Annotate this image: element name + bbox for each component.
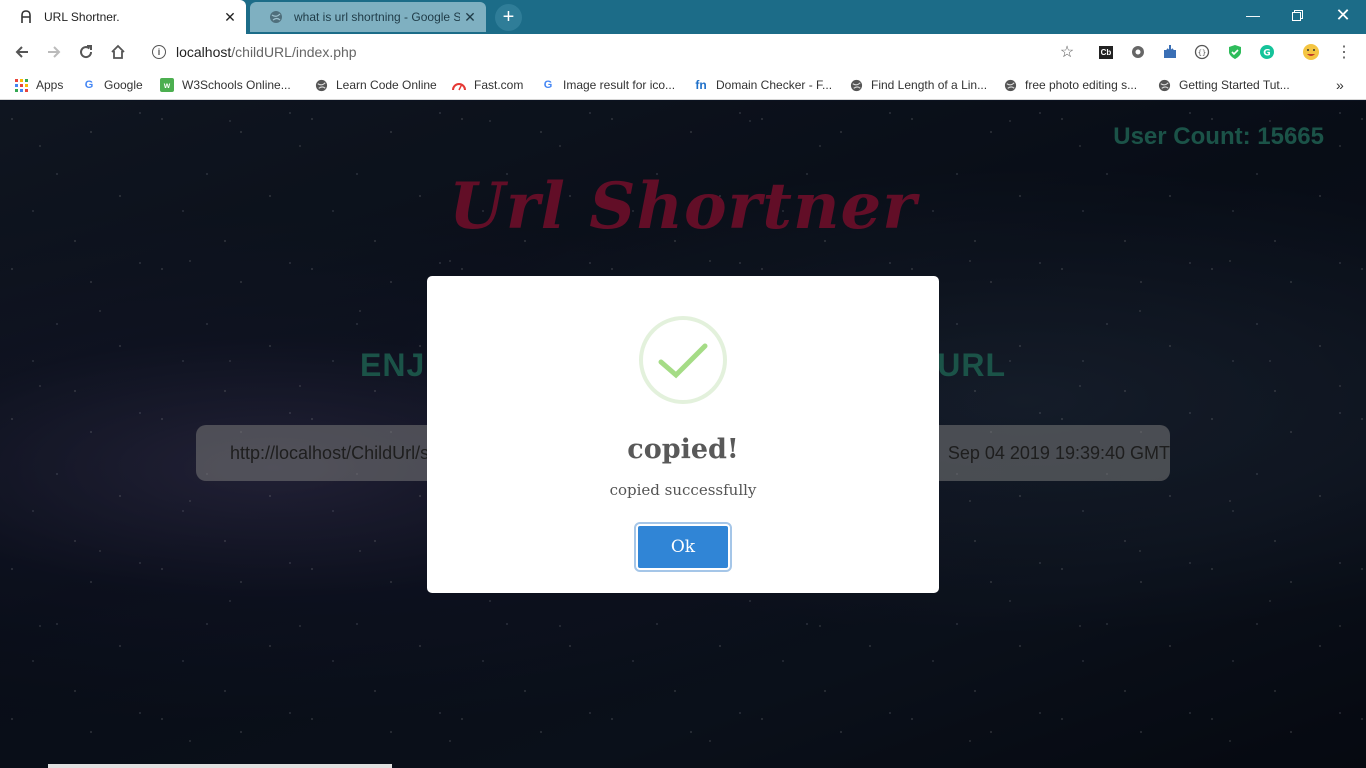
extension-code-icon[interactable]: {} <box>1192 42 1212 62</box>
tab-favicon-icon <box>18 9 34 25</box>
address-url: localhost/childURL/index.php <box>176 44 357 60</box>
bookmark-w3schools[interactable]: w W3Schools Online... <box>160 76 291 94</box>
url-path: /childURL/index.php <box>231 44 357 60</box>
more-bookmarks-icon[interactable]: » <box>1336 76 1344 94</box>
tab-strip: URL Shortner. ✕ what is url shortning - … <box>0 0 1366 34</box>
bookmark-label: W3Schools Online... <box>182 78 291 92</box>
site-info-icon[interactable]: i <box>152 45 166 59</box>
reload-icon[interactable] <box>74 40 98 64</box>
bookmark-label: Image result for ico... <box>563 78 676 92</box>
bookmark-google[interactable]: G Google <box>82 76 143 94</box>
bookmark-label: Learn Code Online <box>336 78 437 92</box>
google-icon: G <box>84 79 94 91</box>
bookmark-domain-checker[interactable]: fn Domain Checker - F... <box>694 76 832 94</box>
success-check-icon <box>639 316 727 404</box>
bookmark-label: free photo editing s... <box>1025 78 1138 92</box>
bookmark-label: Find Length of a Lin... <box>871 78 988 92</box>
fast-icon <box>452 78 466 92</box>
extension-download-icon[interactable] <box>1160 42 1180 62</box>
fn-icon: fn <box>695 78 707 92</box>
bookmark-image-result[interactable]: G Image result for ico... <box>541 76 675 94</box>
tab-google-search[interactable]: what is url shortning - Google Se ✕ <box>250 2 486 32</box>
tab-close-icon[interactable]: ✕ <box>220 7 240 27</box>
dialog-message: copied successfully <box>609 481 757 499</box>
tab-title: what is url shortning - Google Se <box>294 10 460 24</box>
forward-arrow-icon[interactable] <box>42 40 66 64</box>
bookmark-label: Getting Started Tut... <box>1179 78 1290 92</box>
bookmark-label: Google <box>104 78 143 92</box>
bookmark-fast[interactable]: Fast.com <box>452 76 523 94</box>
window-close-icon[interactable]: ✕ <box>1320 0 1366 30</box>
extension-gear-icon[interactable] <box>1128 42 1148 62</box>
home-icon[interactable] <box>106 40 130 64</box>
ok-button[interactable]: Ok <box>634 522 732 572</box>
globe-icon <box>849 78 863 92</box>
bookmarks-bar: Apps G Google w W3Schools Online... Lear… <box>0 70 1366 100</box>
restore-icon[interactable] <box>1274 0 1320 30</box>
address-bar[interactable]: i localhost/childURL/index.php <box>140 38 1090 66</box>
globe-icon <box>268 9 284 25</box>
url-host: localhost <box>176 44 232 60</box>
bookmark-find-length[interactable]: Find Length of a Lin... <box>849 76 987 94</box>
bookmark-label: Domain Checker - F... <box>716 78 833 92</box>
tab-close-icon[interactable]: ✕ <box>460 7 480 27</box>
bookmark-label: Apps <box>36 78 64 92</box>
w3schools-icon: w <box>160 78 174 92</box>
svg-text:{}: {} <box>1198 49 1206 57</box>
google-icon: G <box>543 79 553 91</box>
new-tab-button[interactable]: + <box>495 4 522 31</box>
globe-icon <box>1157 78 1171 92</box>
tab-title: URL Shortner. <box>44 10 120 24</box>
browser-toolbar: i localhost/childURL/index.php ☆ Cb {} G… <box>0 34 1366 70</box>
globe-icon <box>1003 78 1017 92</box>
bookmark-apps[interactable]: Apps <box>14 76 63 94</box>
svg-text:G: G <box>1263 49 1270 59</box>
tab-url-shortner[interactable]: URL Shortner. ✕ <box>0 0 246 34</box>
grammarly-icon[interactable]: G <box>1257 42 1277 62</box>
back-arrow-icon[interactable] <box>10 40 34 64</box>
bookmark-getting-started[interactable]: Getting Started Tut... <box>1157 76 1290 94</box>
bookmark-photo-editing[interactable]: free photo editing s... <box>1003 76 1137 94</box>
profile-avatar-icon[interactable] <box>1301 42 1321 62</box>
success-dialog: copied! copied successfully Ok <box>427 276 939 593</box>
extension-shield-icon[interactable] <box>1225 42 1245 62</box>
apps-grid-icon <box>14 78 28 92</box>
minimize-icon[interactable]: — <box>1230 0 1276 30</box>
dialog-title: copied! <box>627 434 739 465</box>
globe-icon <box>314 78 328 92</box>
bookmark-star-icon[interactable]: ☆ <box>1057 42 1077 62</box>
bookmark-label: Fast.com <box>474 78 524 92</box>
menu-kebab-icon[interactable]: ⋮ <box>1334 42 1354 62</box>
page-background: User Count: 15665 Url Shortner ENJ URL ht… <box>0 101 1366 768</box>
extension-cb-icon[interactable]: Cb <box>1096 42 1116 62</box>
horizontal-scrollbar[interactable] <box>48 764 392 768</box>
bookmark-learn-code-online[interactable]: Learn Code Online <box>314 76 437 94</box>
